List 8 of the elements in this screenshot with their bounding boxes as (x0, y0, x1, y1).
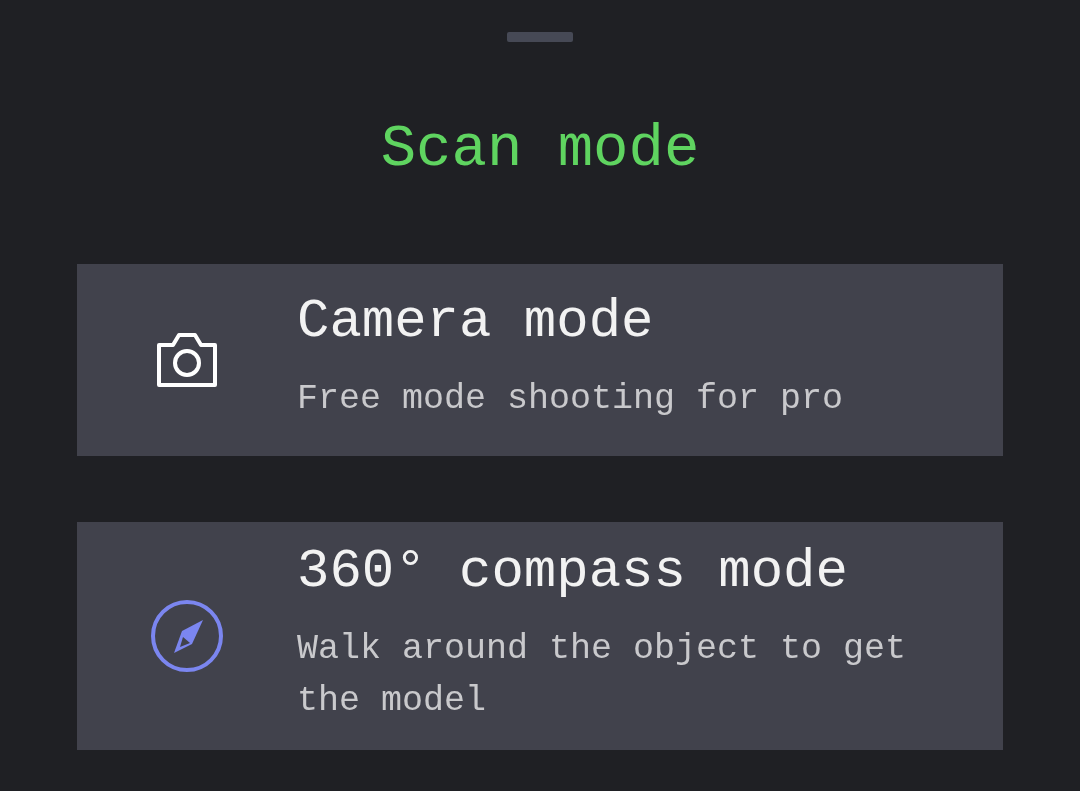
mode-description: Free mode shooting for pro (297, 378, 844, 422)
mode-option[interactable]: Camera mode Free mode shooting for pro (77, 264, 1003, 456)
drag-handle[interactable] (507, 32, 573, 42)
mode-name: 360° compass mode (297, 544, 849, 601)
mode-description: Walk around the object to get the model (297, 627, 908, 724)
mode-option[interactable]: 360° compass mode Walk around the object to get the model (77, 522, 1003, 750)
sheet-title: Scan mode (380, 120, 700, 179)
mode-name: Camera mode (297, 294, 655, 352)
